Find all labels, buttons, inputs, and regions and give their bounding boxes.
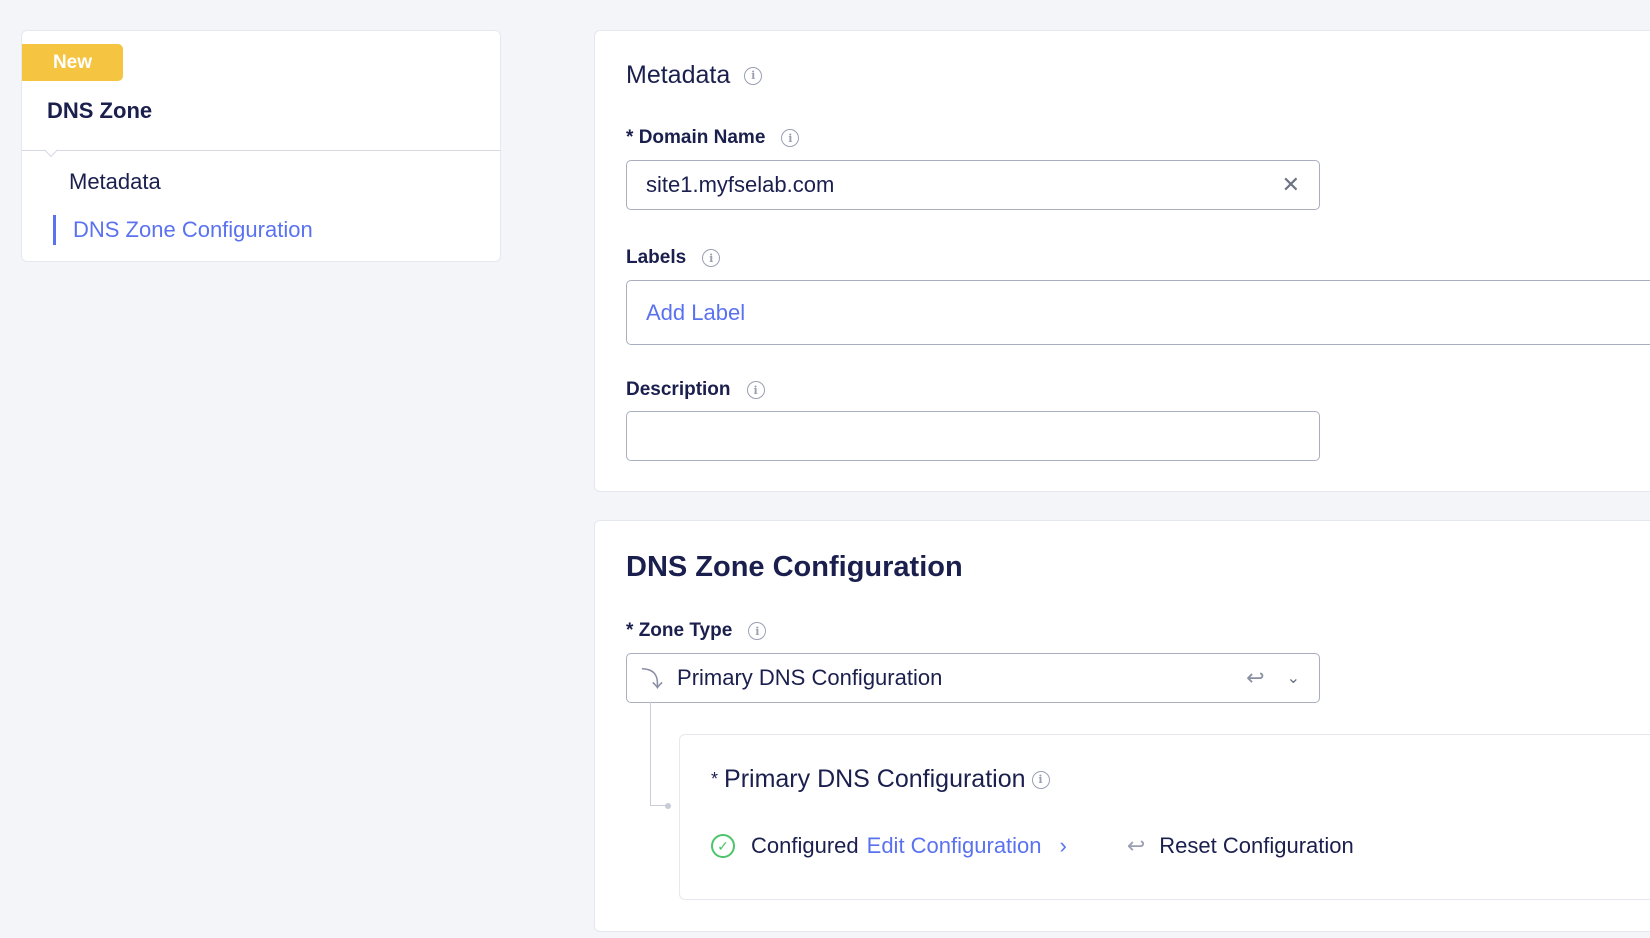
edit-configuration-link[interactable]: Edit Configuration — [867, 833, 1042, 859]
branch-icon: ⤵ — [641, 667, 664, 692]
sidebar-card: New DNS Zone Metadata DNS Zone Configura… — [21, 30, 501, 262]
metadata-section: Metadata i * Domain Name i site1.myfselab.… — [594, 30, 1650, 492]
add-label-link[interactable]: Add Label — [646, 300, 745, 326]
primary-dns-heading: Primary DNS Configuration — [724, 765, 1026, 793]
zone-type-value: Primary DNS Configuration — [677, 665, 943, 690]
sidebar-title: DNS Zone — [47, 98, 153, 123]
chevron-down-icon[interactable]: ⌄ — [1287, 668, 1300, 688]
clear-icon[interactable]: ✕ — [1282, 172, 1300, 198]
info-icon[interactable]: i — [748, 622, 767, 640]
dns-zone-configuration-section: DNS Zone Configuration * Zone Type i ⤵ Pr… — [594, 520, 1650, 932]
domain-name-input[interactable]: site1.myfselab.com ✕ — [626, 160, 1320, 210]
domain-name-label: Domain Name — [638, 127, 766, 148]
sidebar-item-metadata[interactable]: Metadata — [69, 169, 161, 195]
zone-type-label: Zone Type — [638, 620, 733, 641]
metadata-heading: Metadata — [626, 61, 731, 89]
info-icon[interactable]: i — [1031, 770, 1050, 789]
reset-icon[interactable]: ↩ — [1127, 833, 1145, 859]
description-label: Description — [626, 379, 731, 400]
info-icon[interactable]: i — [744, 66, 763, 85]
reset-icon[interactable]: ↩ — [1246, 665, 1264, 691]
new-badge: New — [22, 44, 123, 81]
info-icon[interactable]: i — [702, 249, 721, 267]
tree-connector — [650, 702, 668, 806]
tree-dot — [665, 803, 671, 809]
divider — [22, 150, 500, 151]
sidebar-item-dns-zone-configuration[interactable]: DNS Zone Configuration — [53, 215, 313, 245]
description-input[interactable] — [626, 411, 1320, 461]
config-heading: DNS Zone Configuration — [626, 551, 963, 583]
labels-label: Labels — [626, 247, 687, 268]
caret-icon — [43, 142, 59, 158]
chevron-right-icon[interactable]: › — [1060, 833, 1067, 859]
domain-name-value: site1.myfselab.com — [646, 172, 835, 197]
labels-input[interactable]: Add Label — [626, 280, 1650, 345]
check-circle-icon: ✓ — [711, 834, 735, 858]
info-icon[interactable]: i — [781, 129, 800, 147]
primary-dns-card: * Primary DNS Configuration i ✓ Configured… — [679, 734, 1650, 900]
status-text: Configured — [751, 833, 859, 858]
reset-configuration-button[interactable]: Reset Configuration — [1159, 833, 1353, 859]
info-icon[interactable]: i — [746, 381, 765, 399]
zone-type-select[interactable]: ⤵ Primary DNS Configuration ↩ ⌄ — [626, 653, 1320, 703]
